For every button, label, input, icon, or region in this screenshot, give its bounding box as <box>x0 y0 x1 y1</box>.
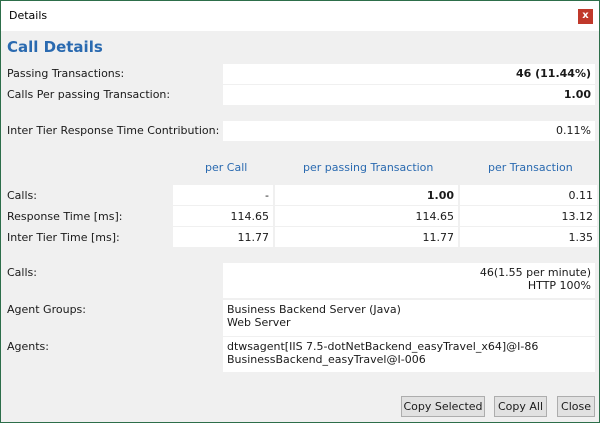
table-cell: - <box>173 185 273 205</box>
agent-groups-label: Agent Groups: <box>7 303 86 316</box>
table-row: Calls: - 1.00 0.11 <box>5 185 597 205</box>
table-cell: 1.35 <box>460 227 597 247</box>
table-row: Response Time [ms]: 114.65 114.65 13.12 <box>5 206 597 226</box>
close-button[interactable]: Close <box>557 396 595 417</box>
calls-per-passing-value: 1.00 <box>223 85 595 105</box>
list-item: dtwsagent[IIS 7.5-dotNetBackend_easyTrav… <box>227 340 539 353</box>
agents-label: Agents: <box>7 340 49 353</box>
content-panel: Call Details Passing Transactions: 46 (1… <box>1 32 599 422</box>
details-window: Details x Call Details Passing Transacti… <box>0 0 600 423</box>
calls-per-passing-row: Calls Per passing Transaction: 1.00 <box>5 85 595 105</box>
inter-tier-contribution-row: Inter Tier Response Time Contribution: 0… <box>5 121 595 141</box>
passing-transactions-value: 46 (11.44%) <box>223 64 595 84</box>
calls-protocol-text: HTTP 100% <box>527 279 591 292</box>
copy-all-button[interactable]: Copy All <box>494 396 547 417</box>
table-cell: 1.00 <box>275 185 458 205</box>
calls-detail-value: 46(1.55 per minute) HTTP 100% <box>223 263 595 298</box>
list-item: BusinessBackend_easyTravel@I-006 <box>227 353 426 366</box>
calls-detail-block: Calls: 46(1.55 per minute) HTTP 100% <box>5 263 595 298</box>
agent-groups-value: Business Backend Server (Java) Web Serve… <box>223 300 595 336</box>
passing-transactions-label: Passing Transactions: <box>7 67 125 80</box>
list-item: Business Backend Server (Java) <box>227 303 401 316</box>
table-cell: 13.12 <box>460 206 597 226</box>
title-bar: Details x <box>1 1 599 31</box>
table-row: Inter Tier Time [ms]: 11.77 11.77 1.35 <box>5 227 597 247</box>
inter-tier-contribution-label: Inter Tier Response Time Contribution: <box>7 124 220 137</box>
table-cell: 114.65 <box>173 206 273 226</box>
passing-transactions-row: Passing Transactions: 46 (11.44%) <box>5 64 595 84</box>
table-row-label: Inter Tier Time [ms]: <box>7 231 120 244</box>
column-header-per-transaction: per Transaction <box>488 161 573 174</box>
table-row-label: Response Time [ms]: <box>7 210 123 223</box>
page-title: Call Details <box>7 38 103 56</box>
table-cell: 11.77 <box>275 227 458 247</box>
window-title: Details <box>9 9 48 22</box>
table-row-label: Calls: <box>7 189 37 202</box>
calls-per-passing-label: Calls Per passing Transaction: <box>7 88 171 101</box>
column-header-per-passing-transaction: per passing Transaction <box>303 161 434 174</box>
table-cell: 0.11 <box>460 185 597 205</box>
close-icon[interactable]: x <box>578 9 593 24</box>
calls-rate-text: 46(1.55 per minute) <box>479 266 591 279</box>
inter-tier-contribution-value: 0.11% <box>223 121 595 141</box>
agent-groups-block: Agent Groups: Business Backend Server (J… <box>5 300 595 336</box>
table-cell: 11.77 <box>173 227 273 247</box>
calls-detail-label: Calls: <box>7 266 37 279</box>
agents-block: Agents: dtwsagent[IIS 7.5-dotNetBackend_… <box>5 337 595 372</box>
list-item: Web Server <box>227 316 291 329</box>
copy-selected-button[interactable]: Copy Selected <box>401 396 485 417</box>
column-header-per-call: per Call <box>205 161 248 174</box>
agents-value: dtwsagent[IIS 7.5-dotNetBackend_easyTrav… <box>223 337 595 372</box>
table-cell: 114.65 <box>275 206 458 226</box>
